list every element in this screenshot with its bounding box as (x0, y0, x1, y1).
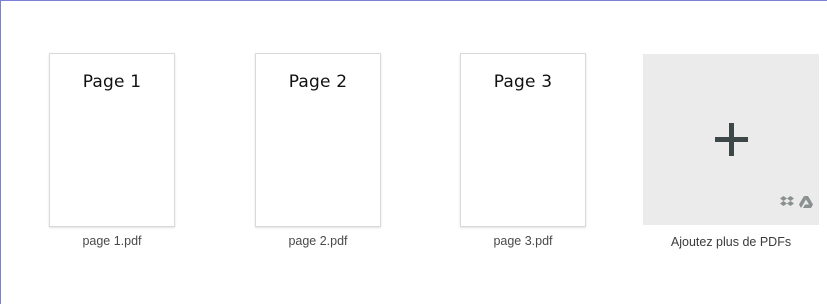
thumbnail-page-title: Page 3 (493, 72, 553, 92)
file-name-label: page 1.pdf (82, 234, 142, 248)
thumbnail-page-title: Page 1 (82, 72, 142, 92)
google-drive-icon[interactable] (799, 196, 813, 208)
plus-icon-bar (715, 137, 748, 142)
file-name-label: page 3.pdf (493, 234, 553, 248)
file-name-label: page 2.pdf (288, 234, 348, 248)
pdf-file-card[interactable]: Page 1 page 1.pdf (49, 53, 175, 248)
pdf-file-card[interactable]: Page 2 page 2.pdf (255, 53, 381, 248)
pdf-upload-panel: Page 1 page 1.pdf Page 2 page 2.pdf Page… (0, 0, 827, 304)
add-more-label: Ajoutez plus de PDFs (670, 235, 792, 249)
add-more-pdfs[interactable]: Ajoutez plus de PDFs (643, 54, 819, 249)
add-pdf-button[interactable] (643, 54, 819, 225)
pdf-file-card[interactable]: Page 3 page 3.pdf (460, 53, 586, 248)
dropbox-icon[interactable] (780, 196, 794, 208)
pdf-thumbnail[interactable]: Page 2 (255, 53, 381, 227)
pdf-thumbnail[interactable]: Page 1 (49, 53, 175, 227)
thumbnail-page-title: Page 2 (288, 72, 348, 92)
pdf-thumbnail[interactable]: Page 3 (460, 53, 586, 227)
